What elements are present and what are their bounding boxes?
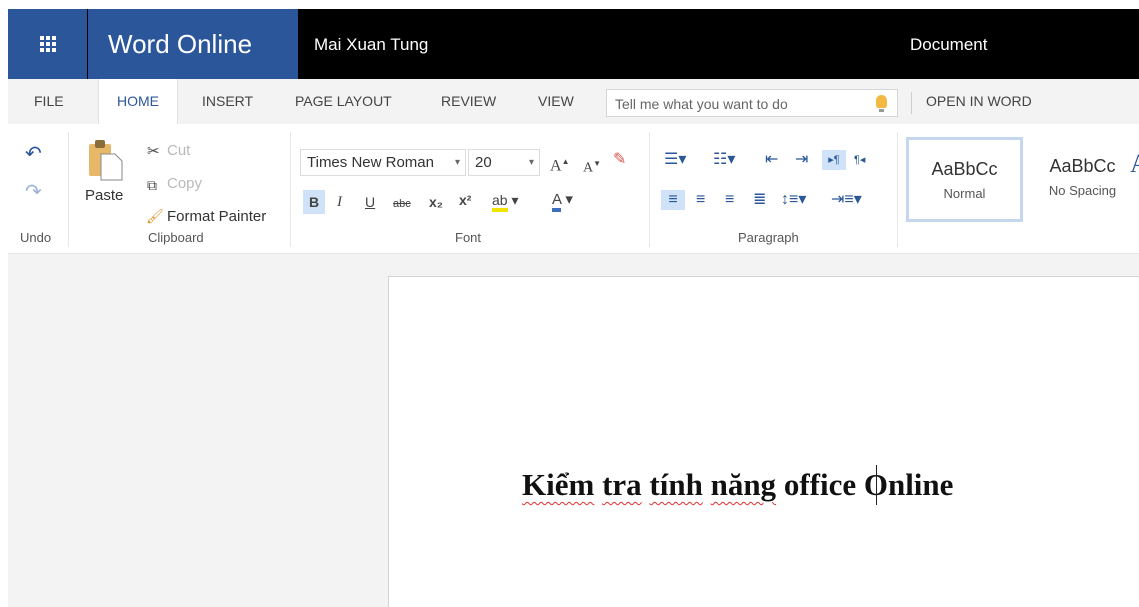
highlight-color-button[interactable]: ab ▾	[492, 190, 519, 212]
paste-button[interactable]: Paste	[82, 138, 128, 208]
ribbon-home: ↶ ↷ Undo Paste ✂ Cut ⧉ Copy 🖌 Format Pai…	[8, 124, 1139, 254]
group-divider	[68, 132, 69, 247]
word-online-window: Word Online Mai Xuan Tung Document FILE …	[8, 9, 1139, 607]
open-in-word-button[interactable]: OPEN IN WORD	[926, 79, 1032, 124]
font-size-combo[interactable]: 20 ▾	[468, 149, 540, 176]
tell-me-box[interactable]	[606, 89, 898, 118]
tab-home[interactable]: HOME	[98, 79, 178, 125]
font-color-button[interactable]: A ▾	[552, 190, 573, 212]
format-painter-button[interactable]: Format Painter	[167, 208, 266, 225]
style-name: No Spacing	[1048, 183, 1117, 198]
app-launcher-button[interactable]	[8, 9, 87, 79]
document-page[interactable]: Kiểm tra tính năng office Online	[388, 276, 1139, 607]
style-normal[interactable]: AaBbCc Normal	[906, 137, 1023, 222]
bullets-icon[interactable]: ☰▾	[664, 150, 686, 170]
chevron-down-icon: ▾	[528, 157, 534, 168]
align-left-icon[interactable]: ≡	[661, 190, 685, 210]
font-name-value: Times New Roman	[307, 154, 434, 171]
scissors-icon: ✂	[147, 143, 160, 160]
copy-button[interactable]: Copy	[167, 175, 202, 192]
subscript-button[interactable]: x₂	[429, 192, 443, 212]
copy-icon: ⧉	[147, 177, 157, 193]
group-divider	[649, 132, 650, 247]
shrink-font-icon[interactable]: A▼	[583, 154, 601, 179]
undo-group-label: Undo	[20, 230, 52, 245]
font-size-value: 20	[475, 154, 492, 171]
tab-divider	[911, 92, 912, 114]
title-bar: Word Online Mai Xuan Tung Document	[8, 9, 1139, 79]
italic-button[interactable]: I	[337, 192, 342, 212]
cut-button[interactable]: Cut	[167, 142, 190, 159]
app-name[interactable]: Word Online	[88, 9, 298, 79]
ltr-icon[interactable]: ▸¶	[822, 150, 846, 170]
group-divider	[290, 132, 291, 247]
style-sample: AaBbCc	[1049, 156, 1116, 176]
clear-formatting-icon[interactable]: ✎	[613, 150, 626, 170]
superscript-button[interactable]: x²	[459, 190, 471, 210]
justify-icon[interactable]: ≣	[753, 190, 766, 210]
redo-icon[interactable]: ↷	[25, 182, 42, 202]
format-painter-icon: 🖌	[146, 208, 164, 224]
increase-indent-icon[interactable]: ⇥	[795, 150, 808, 170]
undo-icon[interactable]: ↶	[25, 144, 42, 164]
rtl-icon[interactable]: ¶◂	[854, 150, 865, 170]
paragraph-group-label: Paragraph	[738, 230, 799, 245]
tab-insert[interactable]: INSERT	[202, 79, 253, 124]
strikethrough-button[interactable]: abc	[393, 194, 411, 214]
style-name: Normal	[943, 186, 986, 201]
tab-page-layout[interactable]: PAGE LAYOUT	[295, 79, 392, 124]
decrease-indent-icon[interactable]: ⇤	[765, 150, 778, 170]
underline-button[interactable]: U	[365, 192, 375, 212]
paragraph-spacing-icon[interactable]: ⇥≡▾	[831, 190, 862, 210]
numbering-icon[interactable]: ☷▾	[713, 150, 735, 170]
tab-file[interactable]: FILE	[34, 79, 64, 124]
text-caret	[876, 465, 877, 505]
chevron-down-icon: ▾	[454, 157, 460, 168]
paste-label: Paste	[85, 187, 124, 204]
group-divider	[897, 132, 898, 247]
bold-button[interactable]: B	[303, 190, 325, 214]
grow-font-icon[interactable]: A▲	[550, 152, 569, 176]
font-name-combo[interactable]: Times New Roman ▾	[300, 149, 466, 176]
user-name[interactable]: Mai Xuan Tung	[314, 9, 428, 79]
style-heading-partial[interactable]: A	[1130, 151, 1139, 177]
document-heading[interactable]: Kiểm tra tính năng office Online	[522, 467, 953, 503]
font-group-label: Font	[455, 230, 482, 245]
lightbulb-icon	[876, 95, 887, 112]
style-sample: AaBbCc	[931, 159, 998, 179]
align-center-icon[interactable]: ≡	[696, 190, 705, 210]
style-no-spacing[interactable]: AaBbCc No Spacing	[1024, 137, 1139, 222]
highlighter-icon: ab	[492, 192, 508, 212]
align-right-icon[interactable]: ≡	[725, 190, 734, 210]
tab-view[interactable]: VIEW	[538, 79, 574, 124]
document-name[interactable]: Document	[910, 9, 987, 79]
tell-me-input[interactable]	[607, 90, 867, 118]
clipboard-icon	[89, 140, 123, 181]
tab-review[interactable]: REVIEW	[441, 79, 496, 124]
waffle-icon	[39, 36, 56, 52]
line-spacing-icon[interactable]: ↕≡▾	[781, 190, 806, 210]
clipboard-group-label: Clipboard	[148, 230, 204, 245]
